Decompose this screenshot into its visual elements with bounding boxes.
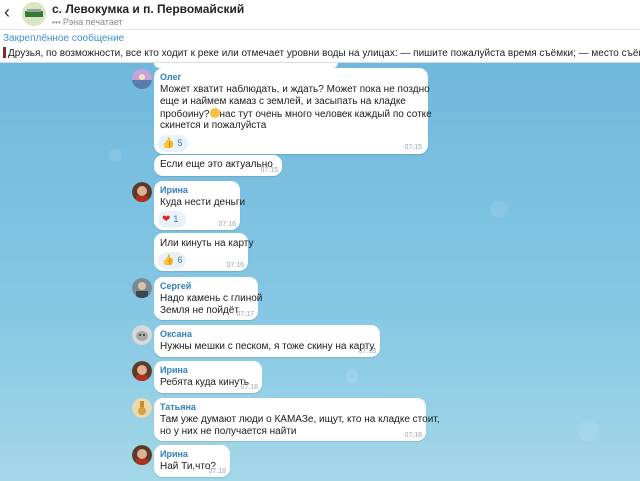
message-text-line: Может хватит наблюдать, и ждать? Может п…	[160, 84, 430, 95]
chat-title[interactable]: с. Левокумка и п. Первомайский	[52, 2, 244, 16]
smile-emoji-icon	[209, 108, 220, 118]
message-time: 07:16	[226, 262, 244, 269]
message-text-line: скинется и пожалуйста	[160, 120, 267, 131]
message-text-line: еще и наймем камаз с землей, и засыпать …	[160, 96, 406, 107]
reaction-chip[interactable]: 👍 6	[158, 252, 186, 269]
pinned-title: Закреплённое сообщение	[3, 33, 125, 44]
message-time: 07:18	[404, 432, 422, 439]
message-text-line: Земля не пойдёт	[160, 305, 239, 316]
message-time: 07:18	[358, 348, 376, 355]
message-bubble[interactable]: Ирина Най Ти,что? 07:18	[154, 445, 230, 477]
message-text-line: Надо камень с глиной	[160, 293, 263, 304]
chat-area[interactable]: Олег Может хватит наблюдать, и ждать? Мо…	[0, 63, 640, 481]
message-text: Нужны мешки с песком, я тоже скину на ка…	[160, 341, 377, 352]
message-text: пробоину?	[160, 109, 210, 120]
message-bubble[interactable]: Если еще это актуально 07:15	[154, 155, 282, 176]
message-time: 07:18	[240, 384, 258, 391]
message-text: Или кинуть на карту	[160, 238, 254, 249]
avatar[interactable]	[132, 182, 152, 202]
sender-name[interactable]: Ирина	[160, 185, 188, 195]
typing-dots-icon: • • •	[52, 18, 61, 27]
message-time: 07:15	[404, 144, 422, 151]
reaction-chip[interactable]: ❤ 1	[158, 211, 186, 228]
avatar[interactable]	[132, 325, 152, 345]
sender-name[interactable]: Ирина	[160, 449, 188, 459]
reaction-chip[interactable]: 👍 5	[158, 135, 188, 152]
chat-header: ‹ с. Левокумка и п. Первомайский • • • Рэ…	[0, 0, 640, 30]
avatar[interactable]	[132, 398, 152, 418]
reaction-count: 5	[177, 138, 183, 148]
sender-name[interactable]: Олег	[160, 72, 181, 82]
avatar[interactable]	[132, 69, 152, 89]
message-text-line: Там уже думают люди о КАМАЗе, ищут, кто …	[160, 414, 440, 425]
pinned-message[interactable]: Закреплённое сообщение Друзья, по возмож…	[0, 30, 640, 63]
message-bubble[interactable]: Олег Может хватит наблюдать, и ждать? Мо…	[154, 68, 432, 154]
message-bubble[interactable]: Сергей Надо камень с глиной Земля не пой…	[154, 277, 262, 320]
pinned-text: Друзья, по возможности, все кто ходит к …	[8, 48, 640, 59]
message-bubble[interactable]: Оксана Нужны мешки с песком, я тоже скин…	[154, 325, 380, 357]
message-time: 07:16	[218, 221, 236, 228]
avatar[interactable]	[132, 445, 152, 465]
message-bubble[interactable]: Или кинуть на карту 👍 6 07:16	[154, 233, 254, 271]
reaction-count: 6	[177, 255, 183, 265]
pinned-text-row: Друзья, по возможности, все кто ходит к …	[3, 47, 640, 59]
avatar[interactable]	[132, 278, 152, 298]
message-time: 07:15	[260, 167, 278, 174]
thumbs-up-icon: 👍	[162, 138, 175, 149]
pin-marker-icon	[3, 47, 6, 58]
message-text: Куда нести деньги	[160, 197, 246, 208]
message-bubble[interactable]: Ирина Куда нести деньги ❤ 1 07:16	[154, 181, 245, 230]
message-text-line: но у них не получается найти	[160, 426, 297, 437]
sender-name[interactable]: Сергей	[160, 281, 191, 291]
avatar[interactable]	[132, 361, 152, 381]
chat-avatar[interactable]	[22, 2, 46, 26]
sender-name[interactable]: Ирина	[160, 365, 188, 375]
typing-status: • • • Рэна печатает	[52, 17, 123, 27]
typing-text: Рэна печатает	[62, 17, 123, 27]
message-time: 07:18	[208, 468, 226, 475]
heart-icon: ❤	[162, 214, 171, 225]
message-text: Ребята куда кинуть	[160, 377, 250, 388]
message-text: Если еще это актуально	[160, 159, 273, 170]
thumbs-up-icon: 👍	[162, 255, 175, 266]
message-bubble[interactable]: Ирина Ребята куда кинуть 07:18	[154, 361, 262, 393]
sender-name[interactable]: Татьяна	[160, 402, 196, 412]
message-time: 07:17	[236, 311, 254, 318]
message-bubble[interactable]: Татьяна Там уже думают люди о КАМАЗе, ищ…	[154, 398, 440, 441]
sender-name[interactable]: Оксана	[160, 329, 192, 339]
message-text: нас тут очень много человек каждый по со…	[219, 109, 432, 120]
back-arrow-icon[interactable]: ‹	[4, 3, 18, 21]
reaction-count: 1	[173, 214, 179, 224]
